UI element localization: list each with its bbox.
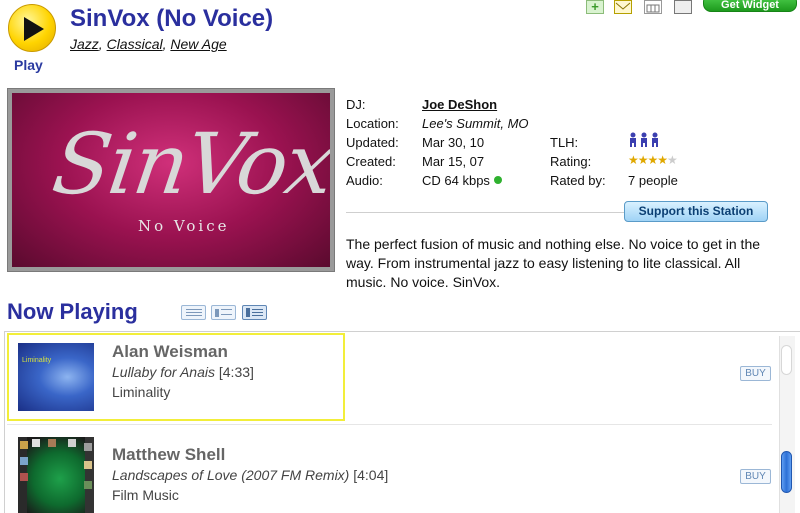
station-logo: SinVox No Voice (7, 88, 335, 272)
play-button[interactable] (8, 4, 56, 52)
support-station-button[interactable]: Support this Station (624, 201, 768, 222)
dj-name-link[interactable]: Joe DeShon (422, 97, 497, 112)
row-divider (7, 424, 772, 425)
envelope-icon (615, 2, 631, 10)
album-art[interactable] (18, 437, 94, 513)
detail-view-icon[interactable] (242, 305, 267, 320)
genre-link-new-age[interactable]: New Age (170, 36, 226, 52)
rating-label: Rating: (550, 154, 592, 169)
email-icon[interactable] (614, 0, 632, 14)
audio-label: Audio: (346, 173, 383, 188)
rating-stars: ★★★★★ (628, 153, 678, 167)
play-label[interactable]: Play (14, 57, 43, 73)
buy-button[interactable]: BUY (740, 366, 771, 381)
tlh-people-icon (628, 132, 660, 153)
empty-star-icon: ★ (667, 153, 678, 167)
track-title: Landscapes of Love (2007 FM Remix) [4:04… (112, 467, 388, 483)
track-title-text: Landscapes of Love (2007 FM Remix) (112, 467, 350, 483)
created-value: Mar 15, 07 (422, 154, 485, 169)
updated-value: Mar 30, 10 (422, 135, 485, 150)
get-widget-button[interactable]: Get Widget (703, 0, 797, 12)
track-album: Liminality (112, 384, 171, 400)
album-art[interactable]: Liminality (18, 343, 94, 411)
track-artist: Alan Weisman (112, 342, 228, 361)
rated-by-value: 7 people (628, 173, 678, 188)
gift-icon[interactable] (674, 0, 692, 14)
buy-button[interactable]: BUY (740, 469, 771, 484)
rated-by-label: Rated by: (550, 173, 606, 188)
compact-view-icon[interactable] (211, 305, 236, 320)
play-icon (24, 17, 44, 41)
track-artist: Matthew Shell (112, 445, 226, 464)
genre-links: Jazz, Classical, New Age (70, 36, 227, 52)
now-playing-heading: Now Playing (7, 299, 138, 324)
online-status-dot (493, 176, 502, 184)
list-view-icon[interactable] (181, 305, 206, 320)
album-art-text: Liminality (22, 357, 52, 364)
location-label: Location: (346, 116, 399, 131)
logo-text: SinVox (47, 115, 330, 213)
add-favorite-icon[interactable]: + (586, 0, 604, 14)
audio-quality: CD 64 kbps (422, 173, 490, 188)
genre-link-classical[interactable]: Classical (107, 36, 163, 52)
half-star-icon: ★ (657, 153, 668, 167)
scrollbar-thumb[interactable] (781, 451, 792, 493)
track-album: Film Music (112, 487, 179, 503)
dj-label: DJ: (346, 97, 366, 112)
logo-image: SinVox No Voice (12, 93, 330, 267)
updated-label: Updated: (346, 135, 399, 150)
track-title: Lullaby for Anais [4:33] (112, 364, 254, 380)
track-duration: [4:04] (353, 467, 389, 483)
track-title-text: Lullaby for Anais (112, 364, 215, 380)
scrollbar-upper (781, 345, 792, 375)
tlh-label: TLH: (550, 135, 579, 150)
calendar-icon[interactable] (644, 0, 662, 14)
star-icon: ★★★ (628, 153, 658, 167)
grid-icon (646, 4, 660, 13)
station-title: SinVox (No Voice) (70, 5, 274, 32)
divider (346, 212, 624, 213)
created-label: Created: (346, 154, 396, 169)
genre-link-jazz[interactable]: Jazz (70, 36, 99, 52)
audio-value: CD 64 kbps (422, 173, 502, 188)
location-value: Lee's Summit, MO (422, 116, 529, 131)
track-duration: [4:33] (218, 364, 254, 380)
logo-subtext: No Voice (138, 217, 230, 235)
station-description: The perfect fusion of music and nothing … (346, 236, 761, 290)
